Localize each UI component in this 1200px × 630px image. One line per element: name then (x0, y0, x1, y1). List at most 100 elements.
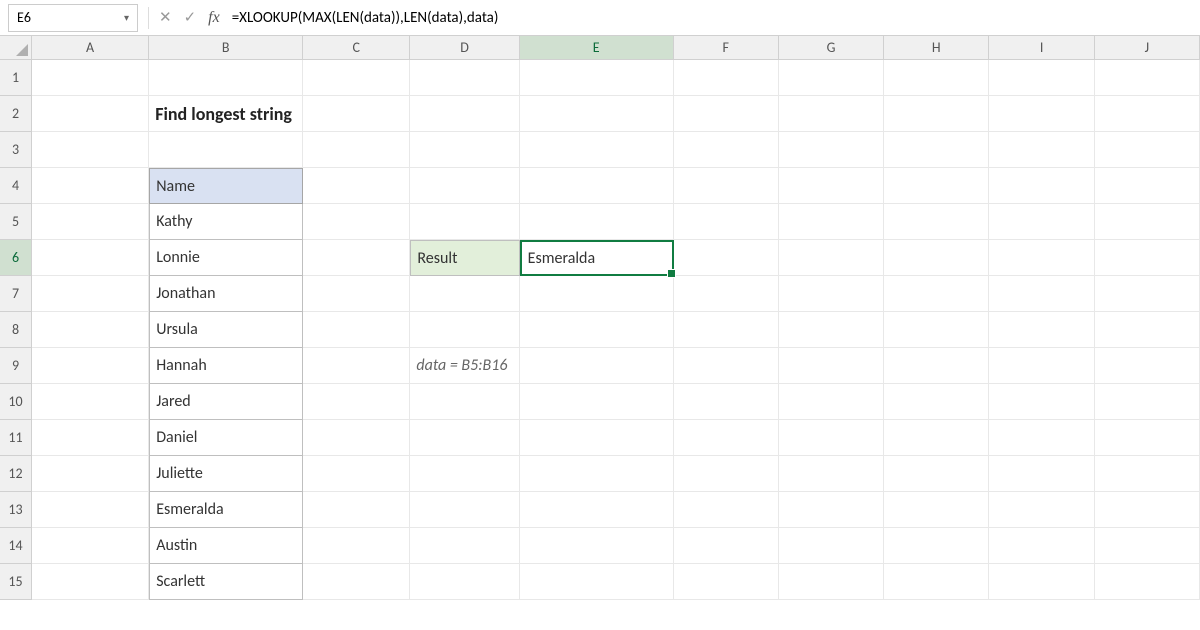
cell-J15[interactable] (1095, 564, 1200, 600)
cell-I7[interactable] (989, 276, 1094, 312)
cell-J5[interactable] (1095, 204, 1200, 240)
row-header-1[interactable]: 1 (0, 60, 32, 96)
cell-D5[interactable] (410, 204, 519, 240)
cell-F15[interactable] (674, 564, 779, 600)
cell-I11[interactable] (989, 420, 1094, 456)
cell-B3[interactable] (149, 132, 303, 168)
table-row[interactable]: Ursula (149, 312, 303, 348)
cell-J6[interactable] (1095, 240, 1200, 276)
col-header-D[interactable]: D (410, 36, 519, 60)
cell-F7[interactable] (674, 276, 779, 312)
cell-D14[interactable] (410, 528, 519, 564)
cell-G3[interactable] (779, 132, 884, 168)
page-title[interactable]: Find longest string (149, 96, 303, 132)
cell-C1[interactable] (303, 60, 410, 96)
cell-A5[interactable] (32, 204, 149, 240)
table-header-name[interactable]: Name (149, 168, 303, 204)
row-header-15[interactable]: 15 (0, 564, 32, 600)
cell-G2[interactable] (779, 96, 884, 132)
cell-H13[interactable] (884, 492, 989, 528)
row-header-9[interactable]: 9 (0, 348, 32, 384)
cell-C9[interactable] (303, 348, 410, 384)
col-header-A[interactable]: A (32, 36, 149, 60)
cell-C13[interactable] (303, 492, 410, 528)
cell-H2[interactable] (884, 96, 989, 132)
cell-J2[interactable] (1095, 96, 1200, 132)
cell-E7[interactable] (520, 276, 674, 312)
cell-A13[interactable] (32, 492, 149, 528)
result-label[interactable]: Result (410, 240, 519, 276)
cell-I1[interactable] (989, 60, 1094, 96)
col-header-G[interactable]: G (779, 36, 884, 60)
cell-G6[interactable] (779, 240, 884, 276)
chevron-down-icon[interactable]: ▾ (124, 11, 129, 24)
cell-J10[interactable] (1095, 384, 1200, 420)
cell-E2[interactable] (520, 96, 674, 132)
cell-H11[interactable] (884, 420, 989, 456)
table-row[interactable]: Jonathan (149, 276, 303, 312)
cell-I3[interactable] (989, 132, 1094, 168)
cell-A12[interactable] (32, 456, 149, 492)
cell-I12[interactable] (989, 456, 1094, 492)
cell-E8[interactable] (520, 312, 674, 348)
cell-D4[interactable] (410, 168, 519, 204)
accept-icon[interactable]: ✓ (184, 8, 197, 27)
cell-C15[interactable] (303, 564, 410, 600)
cell-A2[interactable] (32, 96, 149, 132)
cell-J7[interactable] (1095, 276, 1200, 312)
cell-I4[interactable] (989, 168, 1094, 204)
cell-I13[interactable] (989, 492, 1094, 528)
col-header-F[interactable]: F (674, 36, 779, 60)
cell-E13[interactable] (520, 492, 674, 528)
named-range-note[interactable]: data = B5:B16 (410, 348, 519, 384)
name-box[interactable]: E6 ▾ (8, 4, 138, 32)
cell-G9[interactable] (779, 348, 884, 384)
row-header-12[interactable]: 12 (0, 456, 32, 492)
col-header-C[interactable]: C (303, 36, 410, 60)
cell-C10[interactable] (303, 384, 410, 420)
cell-C6[interactable] (303, 240, 410, 276)
cell-F4[interactable] (674, 168, 779, 204)
cell-C2[interactable] (303, 96, 410, 132)
cell-E5[interactable] (520, 204, 674, 240)
cell-E3[interactable] (520, 132, 674, 168)
table-row[interactable]: Daniel (149, 420, 303, 456)
cell-E14[interactable] (520, 528, 674, 564)
cell-F14[interactable] (674, 528, 779, 564)
cell-D12[interactable] (410, 456, 519, 492)
cell-A8[interactable] (32, 312, 149, 348)
cell-D10[interactable] (410, 384, 519, 420)
cell-J14[interactable] (1095, 528, 1200, 564)
cell-E15[interactable] (520, 564, 674, 600)
cell-H8[interactable] (884, 312, 989, 348)
row-header-11[interactable]: 11 (0, 420, 32, 456)
table-row[interactable]: Lonnie (149, 240, 303, 276)
cell-I8[interactable] (989, 312, 1094, 348)
table-row[interactable]: Austin (149, 528, 303, 564)
cell-E10[interactable] (520, 384, 674, 420)
cell-J3[interactable] (1095, 132, 1200, 168)
cell-D15[interactable] (410, 564, 519, 600)
cell-F1[interactable] (674, 60, 779, 96)
cell-J4[interactable] (1095, 168, 1200, 204)
table-row[interactable]: Scarlett (149, 564, 303, 600)
cell-H3[interactable] (884, 132, 989, 168)
cell-C14[interactable] (303, 528, 410, 564)
row-header-6[interactable]: 6 (0, 240, 32, 276)
cell-E11[interactable] (520, 420, 674, 456)
cell-J8[interactable] (1095, 312, 1200, 348)
cell-E4[interactable] (520, 168, 674, 204)
cell-F11[interactable] (674, 420, 779, 456)
cell-I15[interactable] (989, 564, 1094, 600)
table-row[interactable]: Hannah (149, 348, 303, 384)
row-header-13[interactable]: 13 (0, 492, 32, 528)
cell-G10[interactable] (779, 384, 884, 420)
cell-H1[interactable] (884, 60, 989, 96)
cell-G14[interactable] (779, 528, 884, 564)
cell-C5[interactable] (303, 204, 410, 240)
table-row[interactable]: Kathy (149, 204, 303, 240)
cell-I2[interactable] (989, 96, 1094, 132)
cell-I5[interactable] (989, 204, 1094, 240)
cell-H7[interactable] (884, 276, 989, 312)
cell-G4[interactable] (779, 168, 884, 204)
